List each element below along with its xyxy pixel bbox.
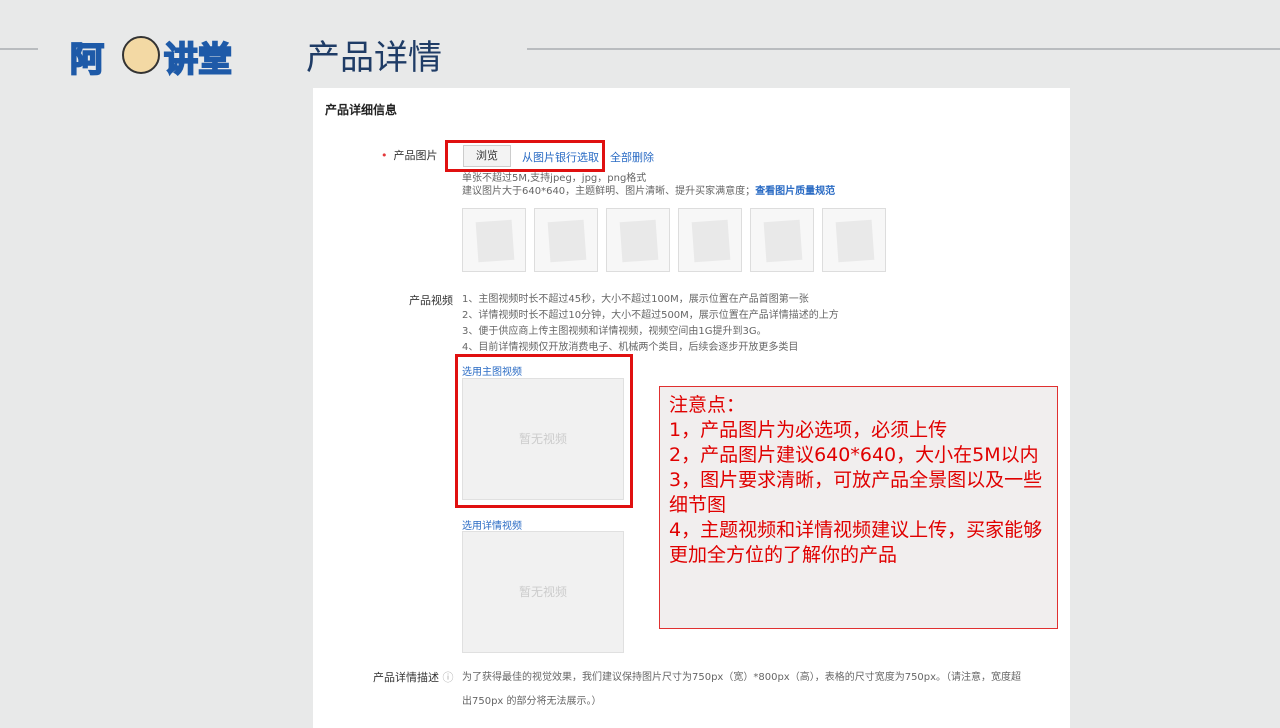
select-main-video-link[interactable]: 选用主图视频 <box>462 363 522 378</box>
note-line: 2，产品图片建议640*640，大小在5M以内 <box>669 444 1039 466</box>
delete-all-link[interactable]: 全部删除 <box>610 149 654 165</box>
select-detail-video-link[interactable]: 选用详情视频 <box>462 517 522 532</box>
image-hint-2: 建议图片大于640*640，主题鲜明、图片清晰、提升买家满意度；查看图片质量规范 <box>462 186 836 197</box>
page-title: 产品详情 <box>306 38 442 78</box>
image-slot[interactable] <box>534 208 598 272</box>
cow-icon <box>122 36 160 74</box>
image-hint: 单张不超过5M,支持jpeg，jpg，png格式 <box>462 173 647 184</box>
video-rule: 3、便于供应商上传主图视频和详情视频，视频空间由1G提升到3G。 <box>462 326 767 337</box>
description-hint: 为了获得最佳的视觉效果，我们建议保持图片尺寸为750px（宽）*800px（高）… <box>462 672 1022 683</box>
logo: 阿讲堂 <box>69 22 270 84</box>
note-line: 4，主题视频和详情视频建议上传，买家能够更加全方位的了解你的产品 <box>669 519 1043 566</box>
note-line: 注意点： <box>669 394 746 416</box>
video-rule: 2、详情视频时长不超过10分钟，大小不超过500M，展示位置在产品详情描述的上方 <box>462 310 839 321</box>
help-icon: ⓘ <box>442 671 454 684</box>
notes-callout: 注意点： 1，产品图片为必选项，必须上传 2，产品图片建议640*640，大小在… <box>659 386 1058 629</box>
image-slot[interactable] <box>462 208 526 272</box>
note-line: 3，图片要求清晰，可放产品全景图以及一些细节图 <box>669 469 1043 516</box>
image-slot[interactable] <box>678 208 742 272</box>
image-slot[interactable] <box>606 208 670 272</box>
video-rule: 1、主图视频时长不超过45秒，大小不超过100M，展示位置在产品首图第一张 <box>462 294 809 305</box>
quality-spec-link[interactable]: 查看图片质量规范 <box>755 186 835 197</box>
product-image-label: • 产品图片 <box>381 149 438 162</box>
video-rule: 4、目前详情视频仅开放消费电子、机械两个类目，后续会逐步开放更多类目 <box>462 342 799 353</box>
product-video-label: 产品视频 <box>409 294 453 307</box>
highlight-box <box>445 140 605 172</box>
main-video-placeholder[interactable]: 暂无视频 <box>462 378 624 500</box>
header-line-right <box>527 48 1280 50</box>
detail-video-placeholder[interactable]: 暂无视频 <box>462 531 624 653</box>
image-slot[interactable] <box>750 208 814 272</box>
description-label: 产品详情描述 ⓘ <box>373 671 454 684</box>
header-line-left <box>0 48 38 50</box>
section-title: 产品详细信息 <box>325 103 398 117</box>
image-slot[interactable] <box>822 208 886 272</box>
note-line: 1，产品图片为必选项，必须上传 <box>669 419 948 441</box>
description-hint-2: 出750px 的部分将无法展示。） <box>462 696 602 707</box>
